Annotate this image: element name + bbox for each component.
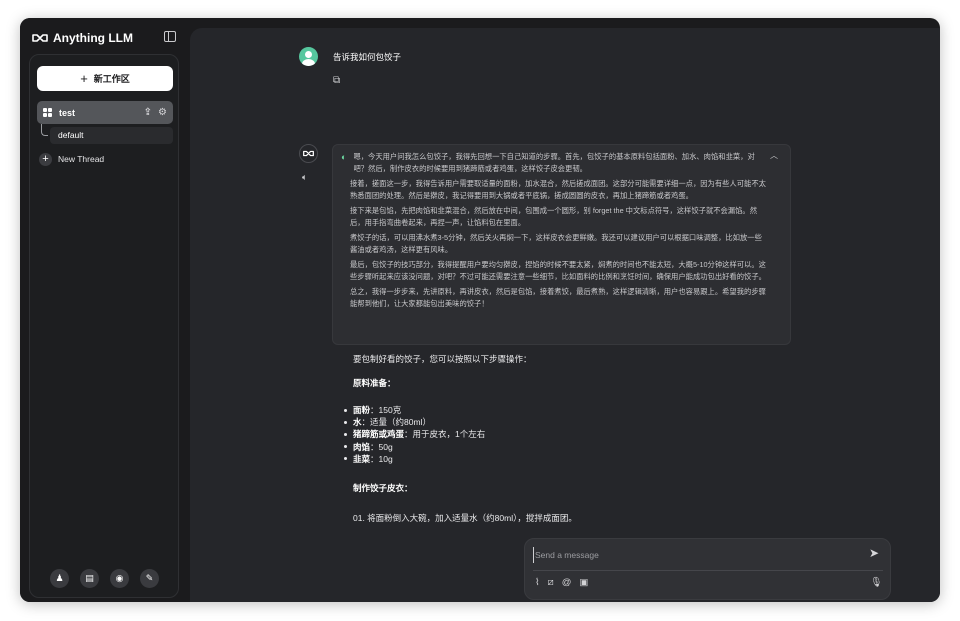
assistant-avatar — [299, 144, 318, 163]
docs-icon[interactable]: ▤ — [80, 569, 99, 588]
new-thread-label: New Thread — [58, 154, 105, 164]
user-message: 告诉我如何包饺子 — [333, 52, 402, 62]
brand-logo: Anything LLM — [32, 30, 133, 46]
list-item: 肉馅 ：50g — [344, 441, 485, 453]
thinking-paragraph: 接着，搓面这一步，我得告诉用户需要取适量的面粉，加水混合，然后搓成面团。这部分可… — [350, 179, 766, 200]
anythingllm-logo-icon — [303, 150, 314, 157]
message-input[interactable] — [533, 547, 843, 563]
app-window: Anything LLM + 新工作区 test ⇪ ⚙ default + N… — [20, 18, 940, 602]
thinking-paragraph: 煮饺子的话，可以用沸水煮3-5分钟，然后关火再焖一下，这样皮衣会更鲜嫩。我还可以… — [350, 233, 762, 254]
speaker-icon[interactable]: 🔈︎ — [302, 172, 307, 183]
plus-icon: + — [80, 71, 88, 86]
workspace-label: test — [59, 107, 76, 118]
user-avatar — [299, 47, 318, 66]
upload-icon[interactable]: ⇪ — [144, 107, 152, 118]
thinking-paragraph: 最后，包饺子的技巧部分，我得提醒用户要均匀擀皮，捏馅的时候不要太紧，焖煮的时间也… — [350, 260, 766, 281]
wrapper-heading: 制作饺子皮衣： — [353, 483, 413, 493]
slash-command-icon[interactable]: ⧄ — [548, 577, 554, 588]
workspace-grid-icon — [43, 108, 52, 117]
thinking-paragraph: 接下来是包馅，先把肉馅和韭菜混合，然后放在中间，包围成一个圆形，别 forget… — [350, 206, 758, 227]
send-icon[interactable]: ➤ — [869, 546, 879, 560]
brand-name: Anything LLM — [53, 31, 133, 45]
thinking-paragraph: 总之，我得一步步来，先讲原料，再讲皮衣，然后是包馅，接着煮饺，最后煮熟，这样逻辑… — [350, 287, 766, 308]
thinking-paragraph: 嗯，今天用户问我怎么包饺子，我得先回想一下自己知道的步骤。首先，包饺子的基本原料… — [353, 152, 755, 173]
answer-intro: 要包制好看的饺子，您可以按照以下步骤操作： — [353, 354, 532, 364]
list-item: 猪蹄筋或鸡蛋 ：用于皮衣，1个左右 — [344, 428, 485, 440]
anythingllm-logo-icon — [32, 34, 48, 42]
microphone-icon[interactable]: 🎙︎ — [870, 577, 882, 588]
gear-icon[interactable]: ⚙ — [158, 107, 167, 118]
workspace-panel: + 新工作区 test ⇪ ⚙ default + New Thread ♟ ▤ — [29, 54, 179, 598]
sidebar: Anything LLM + 新工作区 test ⇪ ⚙ default + N… — [20, 18, 188, 602]
composer-divider — [533, 570, 883, 571]
chevron-up-icon[interactable]: ︿ — [770, 150, 778, 162]
thinking-panel: ︿ ◐ 嗯，今天用户问我怎么包饺子，我得先回想一下自己知道的步骤。首先，包饺子的… — [332, 144, 791, 345]
copy-icon[interactable]: ⧉ — [333, 75, 340, 86]
user-message-row: 告诉我如何包饺子 — [299, 47, 401, 66]
chat-area: 告诉我如何包饺子 ⧉ 🔈︎ ︿ ◐ 嗯，今天用户问我怎么包饺子，我得先回想一下自… — [190, 28, 940, 602]
thread-connector — [41, 124, 48, 136]
settings-icon[interactable]: ✎ — [140, 569, 159, 588]
list-item: 水：适量（约80ml） — [344, 416, 485, 428]
ingredients-list: 面粉 ：150克 水：适量（约80ml） 猪蹄筋或鸡蛋 ：用于皮衣，1个左右 肉馅：… — [344, 404, 485, 465]
github-icon[interactable]: ♟ — [50, 569, 69, 588]
at-mention-icon[interactable]: @ — [562, 577, 572, 588]
plus-icon: + — [39, 152, 52, 166]
list-item: 韭菜 ：10g — [344, 453, 485, 465]
message-composer: ➤ ⌇ ⧄ @ ▣ 🎙︎ — [524, 538, 891, 600]
ingredients-heading: 原料准备： — [353, 378, 396, 388]
workspace-item-test[interactable]: test ⇪ ⚙ — [37, 101, 173, 124]
step-1: 01. 将面粉倒入大碗，加入适量水（约80ml），搅拌成面团。 — [353, 513, 577, 523]
sidebar-footer: ♟ ▤ ◉ ✎ — [50, 569, 159, 588]
list-item: 面粉 ：150克 — [344, 404, 485, 416]
new-workspace-button[interactable]: + 新工作区 — [37, 66, 173, 91]
lightbulb-icon: ◐ — [341, 152, 347, 162]
composer-toolbar: ⌇ ⧄ @ ▣ — [535, 577, 588, 588]
thread-item-default[interactable]: default — [50, 127, 173, 144]
text-size-icon[interactable]: ▣ — [579, 577, 588, 588]
new-workspace-label: 新工作区 — [93, 74, 130, 84]
new-thread-button[interactable]: + New Thread — [39, 151, 104, 167]
paperclip-icon[interactable]: ⌇ — [535, 577, 540, 588]
sidebar-toggle-icon[interactable] — [164, 31, 176, 42]
discord-icon[interactable]: ◉ — [110, 569, 129, 588]
